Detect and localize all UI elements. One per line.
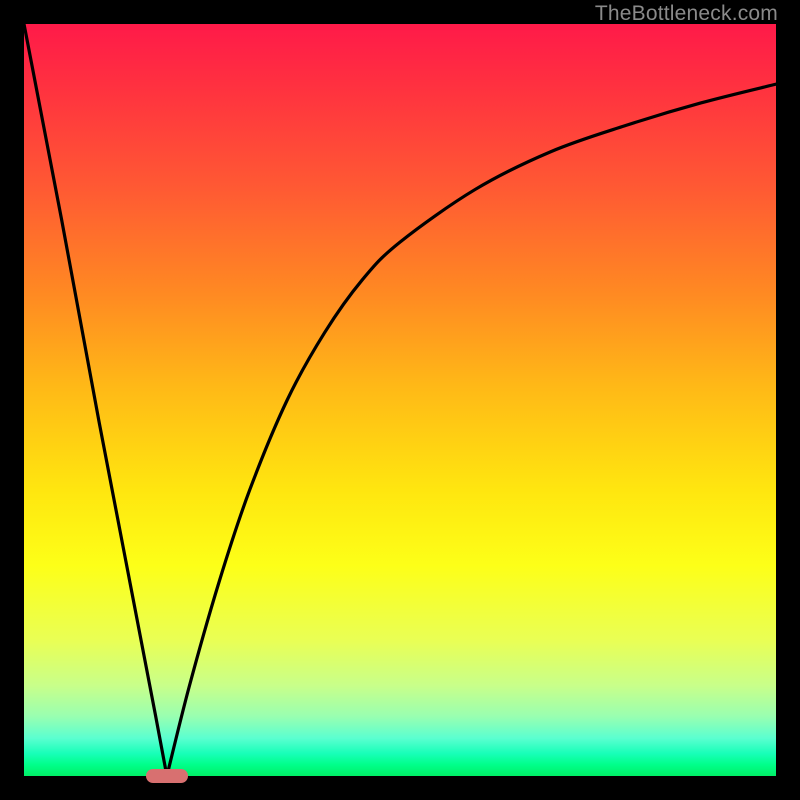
chart-frame: TheBottleneck.com xyxy=(0,0,800,800)
optimum-marker xyxy=(146,769,188,783)
plot-area xyxy=(24,24,776,776)
watermark-text: TheBottleneck.com xyxy=(595,2,778,26)
bottleneck-curve xyxy=(24,24,776,776)
curve-svg xyxy=(24,24,776,776)
